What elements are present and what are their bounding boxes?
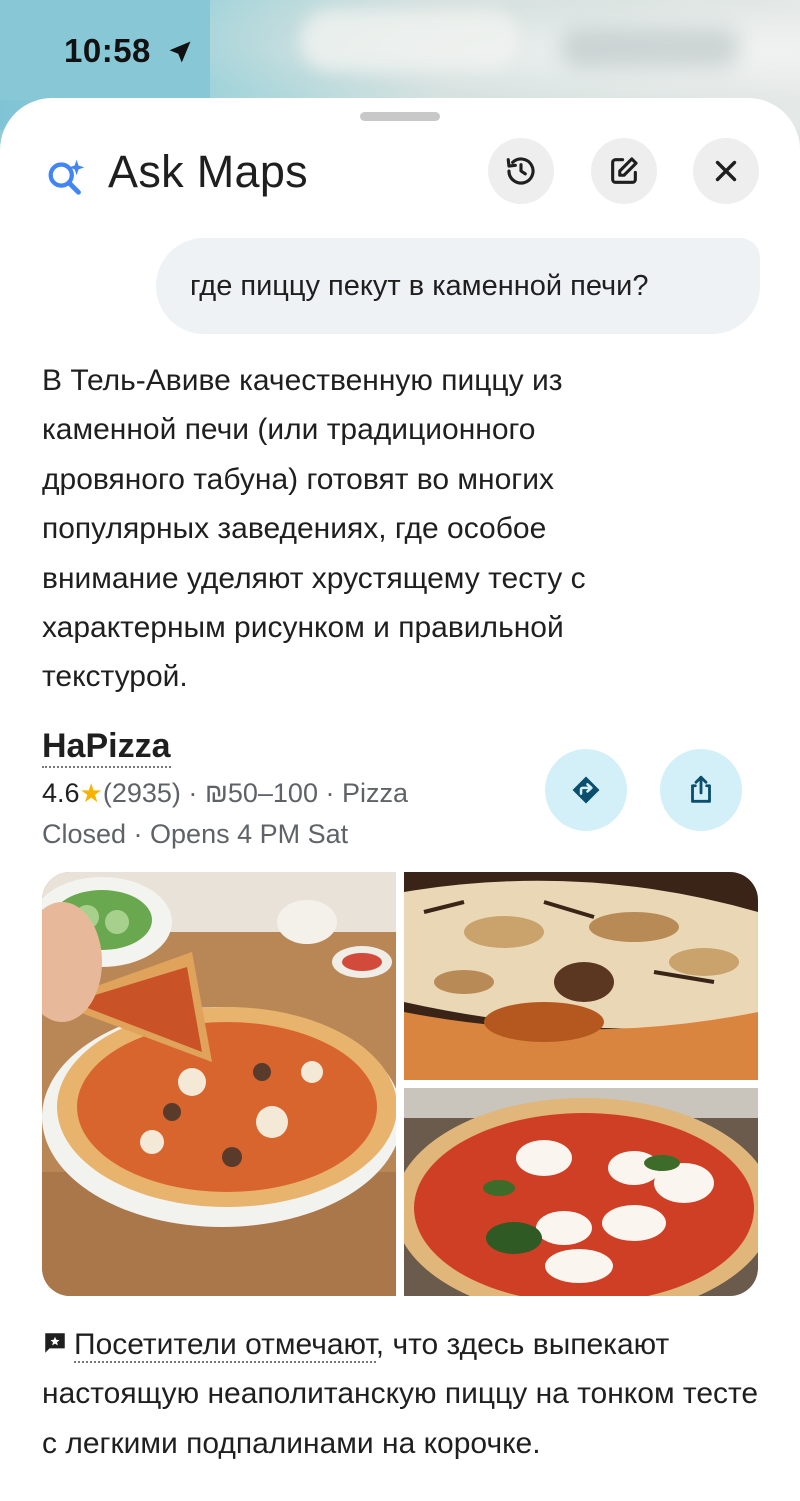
star-icon: ★ (79, 778, 103, 808)
sheet-grabber[interactable] (360, 112, 440, 121)
close-icon (715, 160, 737, 182)
place-photos[interactable] (42, 872, 758, 1296)
edit-icon (611, 157, 638, 184)
meta-separator: · (188, 778, 198, 808)
pizza-photo-mushroom[interactable] (404, 872, 758, 1080)
review-star-icon (45, 1333, 65, 1353)
place-review-count: (2935) (102, 778, 181, 808)
ask-maps-sheet: Ask Maps где пиццу пекут в каменной печи… (0, 98, 800, 1501)
sparkle-search-icon (48, 159, 85, 195)
review-summary: Посетители отмечают, что здесь выпекают … (42, 1320, 772, 1468)
page-title: Ask Maps (108, 146, 308, 197)
place-category: Pizza (342, 778, 409, 808)
pizza-photo-sliced[interactable] (42, 872, 396, 1296)
history-icon (506, 157, 535, 185)
location-arrow-icon (169, 41, 191, 63)
place-price: ₪50–100 (204, 778, 318, 808)
status-time: 10:58 (64, 32, 151, 69)
share-icon (691, 775, 711, 803)
meta-separator: · (325, 778, 335, 808)
place-meta: 4.6★(2935) · ₪50–100 · Pizza (42, 778, 408, 809)
place-rating: 4.6 (42, 778, 80, 808)
directions-button[interactable] (545, 749, 627, 831)
status-bar: 10:58 (0, 0, 210, 100)
pizza-photo-margherita[interactable] (404, 1088, 758, 1296)
share-button[interactable] (660, 749, 742, 831)
user-query-text: где пиццу пекут в каменной печи? (190, 269, 649, 302)
place-hours: Closed · Opens 4 PM Sat (42, 819, 349, 849)
answer-text: В Тель-Авиве качественную пиццу из камен… (42, 364, 586, 694)
history-button[interactable] (488, 138, 554, 204)
user-query-bubble: где пиццу пекут в каменной печи? (156, 238, 760, 334)
place-name[interactable]: HaPizza (42, 726, 171, 768)
directions-icon (572, 776, 600, 804)
close-button[interactable] (693, 138, 759, 204)
review-source-link[interactable]: Посетители отмечают (74, 1328, 376, 1363)
edit-button[interactable] (591, 138, 657, 204)
